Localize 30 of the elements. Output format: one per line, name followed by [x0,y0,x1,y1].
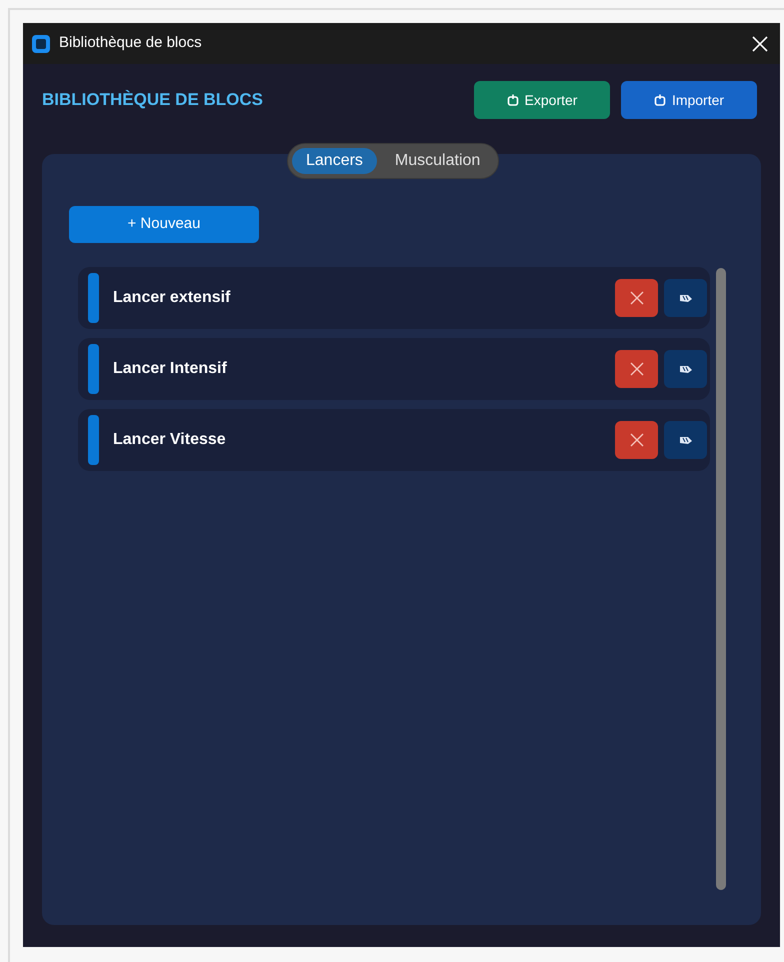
block-row[interactable]: Lancer Intensif [78,338,710,400]
power-icon [506,94,519,106]
block-name: Lancer Intensif [113,359,227,379]
app-icon [31,34,51,54]
edit-button[interactable] [664,279,707,317]
window-title: Bibliothèque de blocs [59,33,202,54]
pencil-icon [678,364,692,374]
pencil-icon [678,435,692,445]
block-name: Lancer Vitesse [113,430,226,450]
export-button[interactable]: Exporter [474,81,610,119]
delete-button[interactable] [615,350,658,388]
close-icon [630,433,644,447]
edit-button[interactable] [664,350,707,388]
block-name: Lancer extensif [113,288,230,308]
edit-button[interactable] [664,421,707,459]
power-icon [654,94,666,106]
import-button[interactable]: Importer [621,81,757,119]
block-row[interactable]: Lancer Vitesse [78,409,710,471]
delete-button[interactable] [615,421,658,459]
scrollbar[interactable] [716,268,726,890]
page-title: BIBLIOTHÈQUE DE BLOCS [42,89,264,112]
new-button[interactable]: + Nouveau [69,206,259,243]
close-icon [630,291,644,305]
block-row[interactable]: Lancer extensif [78,267,710,329]
tab[interactable]: Musculation [380,148,494,174]
pencil-icon [678,293,692,303]
close-icon[interactable] [752,36,768,52]
close-icon [630,362,644,376]
tab[interactable]: Lancers [292,148,377,174]
delete-button[interactable] [615,279,658,317]
